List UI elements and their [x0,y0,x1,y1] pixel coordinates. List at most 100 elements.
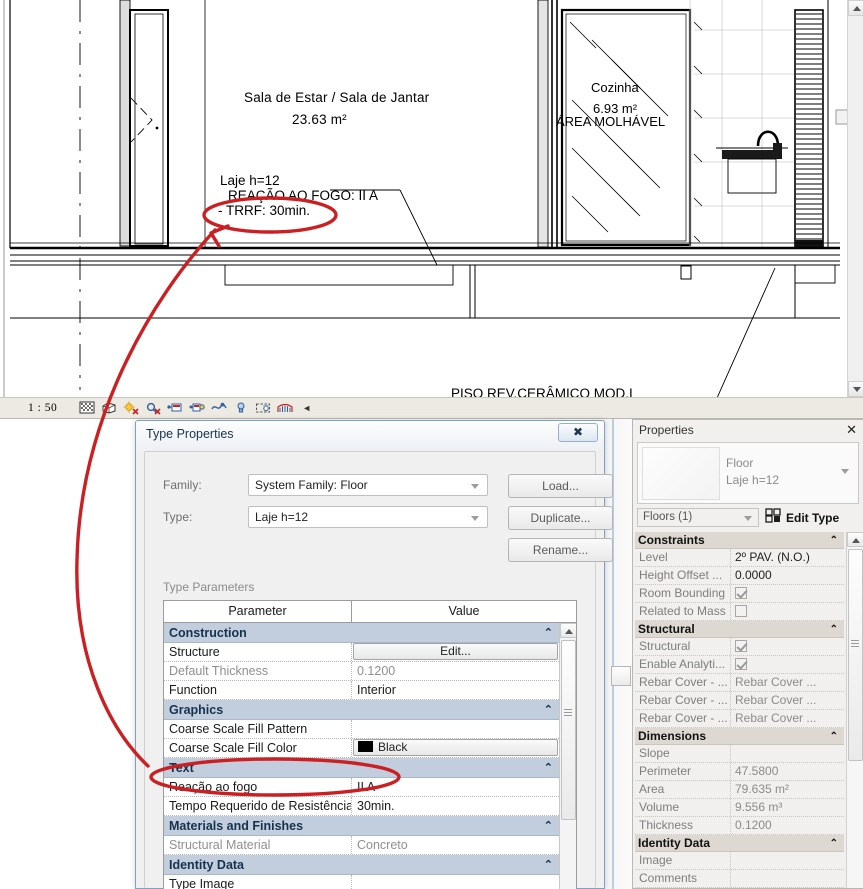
collapse-chevron-icon[interactable]: ⌃ [544,858,553,871]
scroll-down-arrow[interactable] [848,381,863,397]
param-row[interactable]: Structural Material Concreto [164,836,559,855]
chevron-down-icon[interactable] [841,469,849,474]
collapse-chevron-icon[interactable]: ⌃ [544,626,553,639]
family-select[interactable]: System Family: Floor [248,474,488,496]
param-value[interactable] [352,875,559,889]
edit-type-button[interactable]: Edit Type [765,507,839,527]
category-filter-select[interactable]: Floors (1) [637,508,759,527]
checkbox-checked-icon[interactable] [735,587,747,599]
checkbox-unchecked-icon[interactable] [735,605,747,617]
panel-dock-handle[interactable] [611,666,631,686]
property-row[interactable]: Structural [635,638,844,656]
property-row[interactable]: Volume 9.556 m³ [635,799,844,817]
rename-button[interactable]: Rename... [508,538,613,562]
grid-scroll-up-arrow[interactable] [560,623,576,638]
collapse-chevron-icon[interactable]: ⌃ [544,761,553,774]
property-row[interactable]: Rebar Cover - ... Rebar Cover ... [635,674,844,692]
param-row[interactable]: Function Interior [164,681,559,700]
property-group-header[interactable]: Dimensions ⌃ [635,728,844,745]
param-value[interactable]: 30min. [352,797,559,815]
property-row[interactable]: Rebar Cover - ... Rebar Cover ... [635,692,844,710]
properties-scroll-up-arrow[interactable] [847,532,863,547]
param-row[interactable]: Coarse Scale Fill Pattern [164,720,559,739]
view-control-bar[interactable]: 1 : 50 ◄ [0,397,863,419]
property-row[interactable]: Related to Mass [635,603,844,621]
property-row[interactable]: Image [635,852,844,870]
render-dialog-icon[interactable] [167,401,183,415]
reveal-hidden-elements-icon[interactable] [233,401,249,415]
collapse-chevron-icon[interactable]: ⌃ [830,838,838,849]
param-value[interactable]: Black [352,739,559,757]
property-row[interactable]: Level 2º PAV. (N.O.) [635,549,844,567]
property-row[interactable]: Height Offset ... 0.0000 [635,567,844,585]
chevron-down-icon[interactable] [744,516,752,521]
scroll-up-arrow[interactable] [848,0,863,16]
param-row[interactable]: Structure Edit... [164,643,559,662]
grid-body[interactable]: Construction ⌃ Structure Edit... Default Thi… [164,623,559,889]
close-icon[interactable]: ✕ [846,422,857,437]
property-group-header[interactable]: Identity Data ⌃ [635,835,844,852]
crop-region-icon[interactable] [79,401,95,415]
property-row[interactable]: Perimeter 47.5800 [635,763,844,781]
param-group-header[interactable]: Materials and Finishes ⌃ [164,816,559,836]
column-header-value[interactable]: Value [352,601,576,622]
analytical-model-icon[interactable] [277,401,293,415]
duplicate-button[interactable]: Duplicate... [508,506,613,530]
type-selector[interactable]: Floor Laje h=12 [637,442,859,504]
param-value[interactable]: II A [352,778,559,796]
checkbox-checked-icon[interactable] [735,658,747,670]
param-row[interactable]: Default Thickness 0.1200 [164,662,559,681]
collapse-chevron-icon[interactable]: ⌃ [544,703,553,716]
property-row[interactable]: Enable Analyti... [635,656,844,674]
chevron-down-icon[interactable] [471,516,479,521]
property-value[interactable]: 0.0000 [731,567,844,584]
param-row[interactable]: Reação ao fogo II A [164,778,559,797]
render-gallery-icon[interactable] [189,401,205,415]
shadows-off-icon[interactable] [145,401,161,415]
param-row[interactable]: Coarse Scale Fill Color Black [164,739,559,758]
grid-scroll-thumb[interactable] [561,640,576,820]
checkbox-checked-icon[interactable] [735,640,747,652]
property-value[interactable]: 2º PAV. (N.O.) [731,549,844,566]
param-group-header[interactable]: Text ⌃ [164,758,559,778]
property-row[interactable]: Area 79.635 m² [635,781,844,799]
instance-properties-rows[interactable]: Constraints ⌃ Level 2º PAV. (N.O.) Height Of… [635,532,844,888]
collapse-chevron-icon[interactable]: ⌃ [830,535,838,546]
collapse-chevron-icon[interactable]: ⌃ [830,731,838,742]
property-group-header[interactable]: Constraints ⌃ [635,532,844,549]
temporary-view-properties-icon[interactable] [255,401,271,415]
param-group-header[interactable]: Construction ⌃ [164,623,559,643]
3d-box-icon[interactable] [101,401,117,415]
view-control-icons[interactable]: ◄ [79,401,311,415]
view-scale-label[interactable]: 1 : 50 [28,402,57,414]
properties-titlebar[interactable]: Properties ✕ [633,420,863,440]
instance-properties-grid[interactable]: Constraints ⌃ Level 2º PAV. (N.O.) Height Of… [635,532,861,888]
collapse-chevron-icon[interactable]: ⌃ [830,624,838,635]
param-row[interactable]: Tempo Requerido de Resistência 30min. [164,797,559,816]
collapse-chevron-icon[interactable]: ⌃ [544,819,553,832]
properties-scroll-thumb[interactable] [848,549,863,761]
chevron-down-icon[interactable] [471,484,479,489]
param-group-header[interactable]: Graphics ⌃ [164,700,559,720]
cad-drawing-view[interactable]: Sala de Estar / Sala de Jantar 23.63 m² … [0,0,863,397]
drawing-vertical-scrollbar[interactable] [847,0,863,397]
properties-palette[interactable]: Properties ✕ Floor Laje h=12 Floors (1) [632,419,863,889]
property-row[interactable]: Room Bounding [635,585,844,603]
param-value[interactable] [352,720,559,738]
property-group-header[interactable]: Structural ⌃ [635,621,844,638]
param-row[interactable]: Type Image [164,875,559,889]
param-value[interactable]: Edit... [352,643,559,661]
param-group-header[interactable]: Identity Data ⌃ [164,855,559,875]
edit-structure-button[interactable]: Edit... [353,643,558,660]
column-header-parameter[interactable]: Parameter [164,601,352,622]
type-properties-titlebar[interactable]: Type Properties ✖ [136,421,604,449]
param-value[interactable]: Interior [352,681,559,699]
properties-vertical-scrollbar[interactable] [846,532,863,888]
close-icon[interactable]: ✖ [558,423,598,442]
type-properties-dialog[interactable]: Type Properties ✖ Family: System Family:… [135,420,613,889]
property-row[interactable]: Comments [635,870,844,888]
color-picker-button[interactable]: Black [353,739,558,756]
property-row[interactable]: Thickness 0.1200 [635,817,844,835]
type-select[interactable]: Laje h=12 [248,506,488,528]
grid-vertical-scrollbar[interactable] [559,623,576,889]
